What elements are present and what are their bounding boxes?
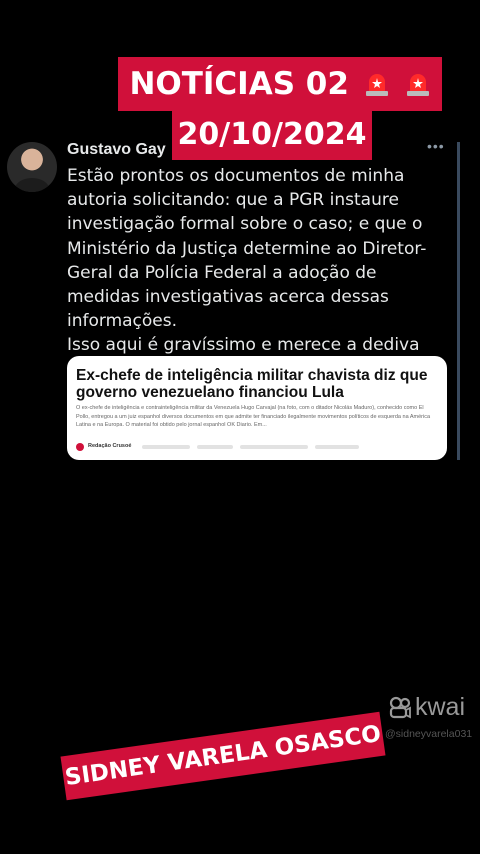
kwai-logo-icon (389, 696, 411, 719)
author-name[interactable]: Gustavo Gay (67, 141, 166, 159)
meta-placeholder (142, 445, 190, 449)
channel-name-banner: SIDNEY VARELA OSASCO (60, 711, 386, 801)
post-body-text: Estão prontos os documentos de minha aut… (67, 166, 427, 380)
news-title-banner: NOTÍCIAS 02 (118, 57, 442, 111)
card-headline: Ex-chefe de inteligência militar chavist… (76, 367, 428, 401)
card-source: Redação Crusoé (88, 443, 132, 449)
author-avatar[interactable] (7, 142, 57, 192)
more-options-icon[interactable]: ••• (427, 138, 445, 154)
meta-placeholder (240, 445, 308, 449)
siren-icon (365, 73, 388, 96)
meta-placeholder (197, 445, 233, 449)
source-logo (76, 443, 84, 451)
scrollbar-thumb[interactable] (457, 142, 460, 460)
kwai-handle: @sidneyvarela031 (385, 728, 473, 740)
news-date-banner: 20/10/2024 (172, 110, 372, 160)
link-preview-card[interactable]: Ex-chefe de inteligência militar chavist… (67, 356, 447, 460)
siren-icon (406, 73, 429, 96)
kwai-brand-text: kwai (415, 693, 466, 721)
news-title: NOTÍCIAS 02 (129, 66, 349, 102)
card-excerpt: O ex-chefe de inteligência e contraintel… (76, 405, 431, 428)
news-date: 20/10/2024 (177, 117, 367, 152)
meta-placeholder (315, 445, 359, 449)
